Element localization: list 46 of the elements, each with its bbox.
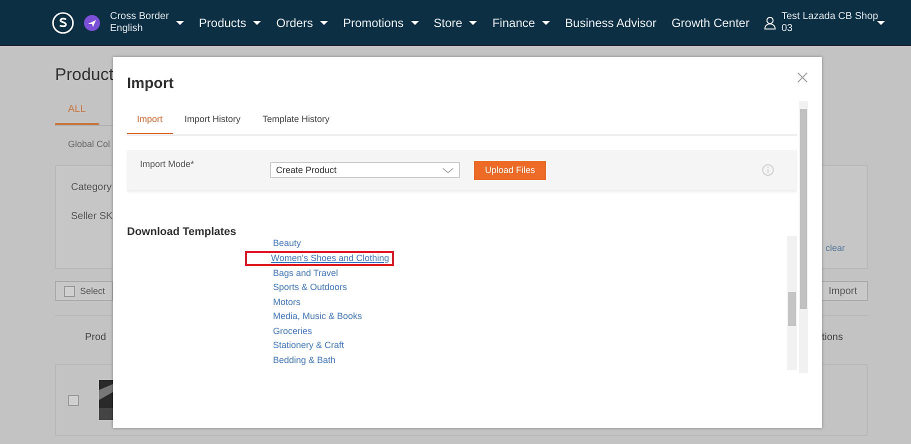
- template-link[interactable]: Bedding & Bath: [273, 352, 394, 367]
- scrollbar[interactable]: [787, 236, 797, 370]
- dialog-title: Import: [127, 75, 174, 94]
- account-menu[interactable]: Test Lazada CB Shop 03: [781, 10, 878, 34]
- logo-icon[interactable]: [52, 12, 74, 34]
- template-link[interactable]: Motors: [273, 294, 394, 309]
- checkbox[interactable]: [64, 286, 75, 296]
- upload-files-button[interactable]: Upload Files: [474, 160, 546, 180]
- caret-icon: [877, 20, 886, 24]
- template-link[interactable]: Sports & Outdoors: [273, 280, 394, 294]
- nav-menu-item[interactable]: Products: [198, 16, 246, 30]
- tab[interactable]: Template History: [252, 106, 340, 133]
- nav-menu-item[interactable]: Growth Center: [671, 16, 750, 30]
- template-link[interactable]: Women's Shoes and Clothing: [271, 252, 390, 262]
- template-link[interactable]: Groceries: [273, 324, 394, 338]
- select-label: Select: [80, 286, 106, 296]
- plane-icon: [84, 14, 100, 30]
- template-link[interactable]: Media, Music & Books: [273, 309, 394, 324]
- checkbox[interactable]: [68, 394, 79, 406]
- tab[interactable]: Import: [127, 106, 173, 134]
- tab[interactable]: Import History: [174, 106, 251, 133]
- filter-label: Category: [71, 182, 113, 193]
- nav-menu-item[interactable]: Promotions: [342, 16, 404, 30]
- user-icon: [764, 16, 776, 30]
- field-label: Import Mode*: [140, 159, 196, 169]
- column-header: Prod: [85, 332, 106, 342]
- chevron-down-icon: [442, 166, 454, 174]
- clear-link[interactable]: clear: [825, 243, 845, 258]
- nav-menu-item[interactable]: Store: [434, 16, 462, 30]
- template-link[interactable]: Beauty: [273, 236, 394, 250]
- import-mode-dropdown[interactable]: Create Product: [270, 162, 460, 178]
- nav-menu-item[interactable]: Orders: [276, 16, 313, 30]
- caret-icon: [176, 20, 184, 24]
- template-link[interactable]: Bags and Travel: [273, 266, 394, 280]
- section-heading: Download Templates: [127, 226, 238, 238]
- column-header: tions: [822, 332, 843, 342]
- close-icon[interactable]: [797, 72, 808, 83]
- region-switcher[interactable]: Cross Border English: [110, 10, 169, 34]
- info-icon: [762, 164, 774, 176]
- template-link[interactable]: Stationery & Craft: [273, 338, 394, 352]
- nav-menu-item[interactable]: Finance: [492, 16, 536, 30]
- scrollbar[interactable]: [799, 101, 808, 373]
- nav-menu-item[interactable]: Business Advisor: [565, 16, 656, 30]
- page-title: Product: [55, 65, 114, 86]
- select-all-button[interactable]: Select: [55, 281, 113, 301]
- filter-label: Seller SK: [71, 211, 113, 222]
